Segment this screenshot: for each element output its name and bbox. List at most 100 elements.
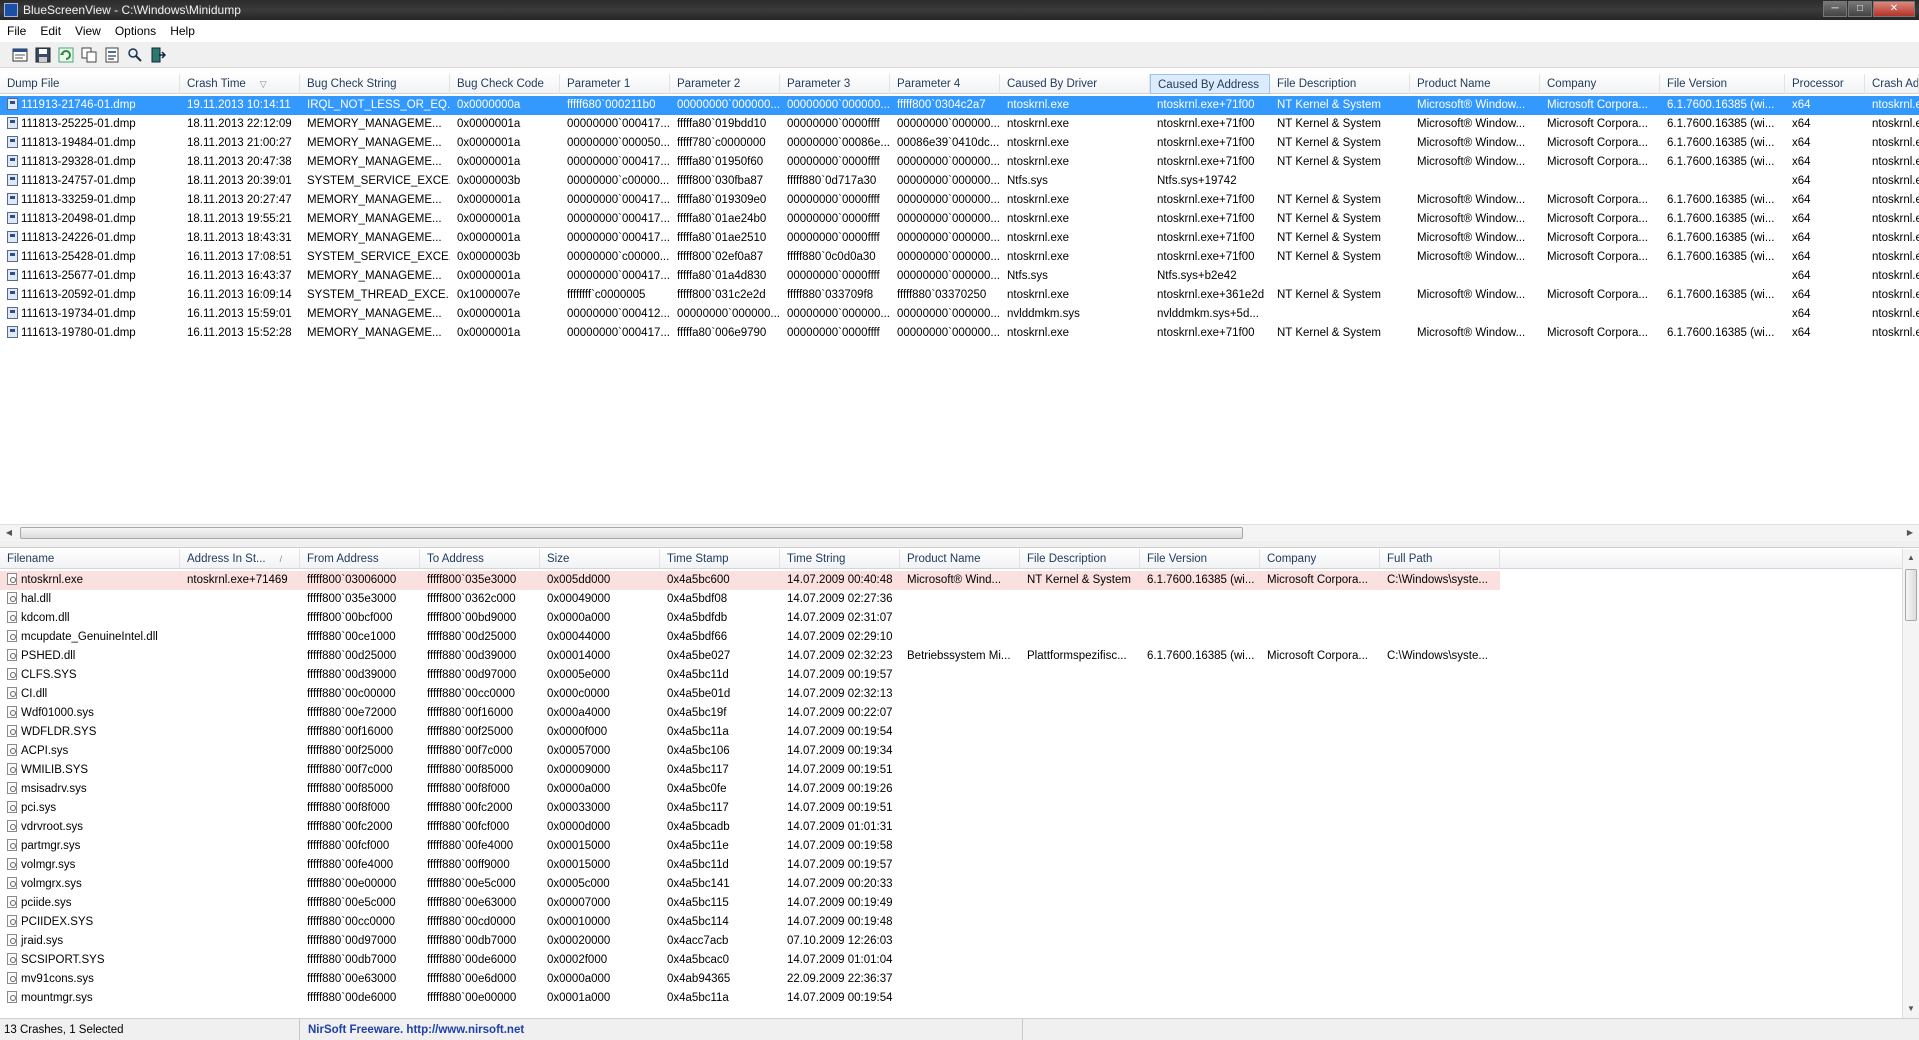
driver-row[interactable]: PSHED.dll fffff880`00d25000 fffff880`00d39… [0,647,1919,666]
column-header-parameter-1[interactable]: Parameter 1 [560,74,670,94]
cell-text: MEMORY_MANAGEME... [307,118,442,130]
scrollbar-thumb[interactable] [1905,569,1917,621]
crash-row[interactable]: 111613-25677-01.dmp 16.11.2013 16:43:37 ME… [0,267,1919,286]
menu-help[interactable]: Help [163,24,202,38]
scrollbar-thumb[interactable] [20,527,1243,539]
column-header-file-version[interactable]: File Version [1660,74,1785,94]
find-button[interactable] [125,45,144,64]
menu-file[interactable]: File [0,24,33,38]
column-header-from-address[interactable]: From Address [300,549,420,569]
driver-row[interactable]: mountmgr.sys fffff880`00de6000 fffff880`00… [0,989,1919,1008]
column-header-bug-check-string[interactable]: Bug Check String [300,74,450,94]
crash-row[interactable]: 111813-33259-01.dmp 18.11.2013 20:27:47 ME… [0,191,1919,210]
driver-row[interactable]: SCSIPORT.SYS fffff880`00db7000 fffff880`00… [0,951,1919,970]
cell-text: 0x4a5bcadb [667,821,730,833]
menu-edit[interactable]: Edit [33,24,68,38]
driver-row[interactable]: kdcom.dll fffff800`00bcf000 fffff800`00bd9… [0,609,1919,628]
driver-row[interactable]: hal.dll fffff800`035e3000 fffff800`0362c00… [0,590,1919,609]
copy-button[interactable] [79,45,98,64]
scroll-down-arrow-icon[interactable]: ▼ [1905,1002,1917,1016]
exit-button[interactable] [148,45,167,64]
crash-row[interactable]: 111813-20498-01.dmp 18.11.2013 19:55:21 ME… [0,210,1919,229]
column-header-crash-add[interactable]: Crash Add [1865,74,1919,94]
driver-row[interactable]: msisadrv.sys fffff880`00f85000 fffff880`00… [0,780,1919,799]
column-header-company[interactable]: Company [1260,549,1380,569]
driver-row[interactable]: vdrvroot.sys fffff880`00fc2000 fffff880`00… [0,818,1919,837]
save-button[interactable] [33,45,52,64]
driver-row[interactable]: PCIIDEX.SYS fffff880`00cc0000 fffff880`00c… [0,913,1919,932]
cell-product-name [900,875,1020,894]
column-header-parameter-2[interactable]: Parameter 2 [670,74,780,94]
driver-row[interactable]: CLFS.SYS fffff880`00d39000 fffff880`00d970… [0,666,1919,685]
driver-row[interactable]: WMILIB.SYS fffff880`00f7c000 fffff880`00f8… [0,761,1919,780]
column-header-address-in-st[interactable]: Address In St... / [180,549,300,569]
column-header-product-name[interactable]: Product Name [900,549,1020,569]
html-report-button[interactable] [102,45,121,64]
driver-row[interactable]: volmgr.sys fffff880`00fe4000 fffff880`00ff… [0,856,1919,875]
driver-list-vertical-scrollbar[interactable]: ▲ ▼ [1902,549,1919,1018]
driver-row[interactable]: mcupdate_GenuineIntel.dll fffff880`00ce10… [0,628,1919,647]
cell-from-address: fffff880`00e5c000 [300,894,420,913]
crash-row[interactable]: 111813-25225-01.dmp 18.11.2013 22:12:09 ME… [0,115,1919,134]
driver-row[interactable]: Wdf01000.sys fffff880`00e72000 fffff880`00… [0,704,1919,723]
cell-text: 111613-19734-01.dmp [21,308,136,320]
column-header-full-path[interactable]: Full Path [1380,549,1500,569]
menu-view[interactable]: View [68,24,108,38]
maximize-button[interactable]: □ [1848,1,1872,17]
minimize-button[interactable]: ─ [1823,1,1847,17]
column-header-to-address[interactable]: To Address [420,549,540,569]
cell-crash-time: 16.11.2013 15:52:28 [180,324,300,343]
crash-row[interactable]: 111613-19780-01.dmp 16.11.2013 15:52:28 ME… [0,324,1919,343]
column-header-filename[interactable]: Filename [0,549,180,569]
driver-row[interactable]: ACPI.sys fffff880`00f25000 fffff880`00f7c0… [0,742,1919,761]
driver-row[interactable]: WDFLDR.SYS fffff880`00f16000 fffff880`00f2… [0,723,1919,742]
crash-row[interactable]: 111813-19484-01.dmp 18.11.2013 21:00:27 ME… [0,134,1919,153]
column-header-processor[interactable]: Processor [1785,74,1865,94]
cell-text: 0x0000000a [457,99,521,111]
cell-text: 00000000`000417... [567,213,670,225]
properties-button[interactable] [10,45,29,64]
crash-row[interactable]: 111913-21746-01.dmp 19.11.2013 10:14:11 IR… [0,96,1919,115]
column-header-parameter-4[interactable]: Parameter 4 [890,74,1000,94]
menu-options[interactable]: Options [108,24,163,38]
cell-dump-file: 111613-20592-01.dmp [0,286,180,305]
driver-row[interactable]: ntoskrnl.exe ntoskrnl.exe+71469 fffff800`0… [0,571,1919,590]
pane-splitter[interactable] [0,541,1919,548]
crash-row[interactable]: 111613-19734-01.dmp 16.11.2013 15:59:01 ME… [0,305,1919,324]
column-header-company[interactable]: Company [1540,74,1660,94]
driver-row[interactable]: partmgr.sys fffff880`00fcf000 fffff880`00f… [0,837,1919,856]
column-header-size[interactable]: Size [540,549,660,569]
crash-row[interactable]: 111613-25428-01.dmp 16.11.2013 17:08:51 SY… [0,248,1919,267]
column-header-time-string[interactable]: Time String [780,549,900,569]
column-header-file-description[interactable]: File Description [1270,74,1410,94]
column-header-parameter-3[interactable]: Parameter 3 [780,74,890,94]
column-header-crash-time[interactable]: Crash Time ▽ [180,74,300,94]
driver-row[interactable]: jraid.sys fffff880`00d97000 fffff880`00db7… [0,932,1919,951]
crash-row[interactable]: 111813-24757-01.dmp 18.11.2013 20:39:01 SY… [0,172,1919,191]
column-header-file-description[interactable]: File Description [1020,549,1140,569]
scroll-up-arrow-icon[interactable]: ▲ [1905,551,1917,565]
driver-row[interactable]: mv91cons.sys fffff880`00e63000 fffff880`00… [0,970,1919,989]
column-header-file-version[interactable]: File Version [1140,549,1260,569]
scroll-left-arrow-icon[interactable]: ◀ [2,527,16,539]
column-header-product-name[interactable]: Product Name [1410,74,1540,94]
column-header-bug-check-code[interactable]: Bug Check Code [450,74,560,94]
column-header-caused-by-address[interactable]: Caused By Address [1150,74,1270,94]
driver-row[interactable]: CI.dll fffff880`00c00000 fffff880`00cc0000… [0,685,1919,704]
driver-row[interactable]: pci.sys fffff880`00f8f000 fffff880`00fc200… [0,799,1919,818]
driver-row[interactable]: pciide.sys fffff880`00e5c000 fffff880`00e6… [0,894,1919,913]
crash-row[interactable]: 111813-29328-01.dmp 18.11.2013 20:47:38 ME… [0,153,1919,172]
crash-list-horizontal-scrollbar[interactable]: ◀ ▶ [0,524,1919,541]
scroll-right-arrow-icon[interactable]: ▶ [1903,527,1917,539]
crash-row[interactable]: 111613-20592-01.dmp 16.11.2013 16:09:14 SY… [0,286,1919,305]
column-header-time-stamp[interactable]: Time Stamp [660,549,780,569]
close-button[interactable]: ✕ [1873,1,1915,17]
driver-row[interactable]: volmgrx.sys fffff880`00e00000 fffff880`00e… [0,875,1919,894]
column-header-dump-file[interactable]: Dump File [0,74,180,94]
nirsoft-link[interactable]: NirSoft Freeware. http://www.nirsoft.net [300,1019,1023,1040]
column-header-caused-by-driver[interactable]: Caused By Driver [1000,74,1150,94]
crash-row[interactable]: 111813-24226-01.dmp 18.11.2013 18:43:31 ME… [0,229,1919,248]
cell-bug-check-string: SYSTEM_SERVICE_EXCE... [300,172,450,191]
cell-text: Microsoft® Window... [1417,156,1526,168]
refresh-button[interactable] [56,45,75,64]
